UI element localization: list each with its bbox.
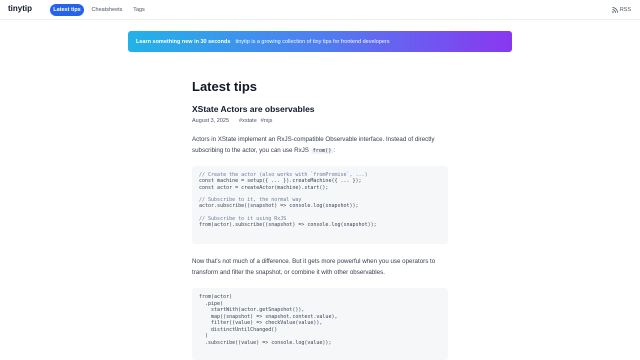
code-line: from(actor).subscribe((snapshot) => cons…: [199, 222, 377, 229]
intro-banner: Learn something new in 30 seconds tinyti…: [128, 31, 512, 52]
post-intro-paragraph: Actors in XState implement an RxJS-compa…: [192, 134, 452, 157]
page-title: Latest tips: [192, 79, 258, 94]
nav-cheatsheets[interactable]: Cheatsheets: [88, 4, 126, 16]
intro-colon: :: [333, 147, 336, 154]
code-block-1: // Create the actor (also works with `fr…: [192, 166, 448, 244]
post-title[interactable]: XState Actors are observables: [192, 104, 315, 114]
post-meta: August 3, 2025 #xstate #rxjs: [192, 118, 276, 124]
rss-link[interactable]: RSS: [611, 4, 631, 16]
banner-headline: Learn something new in 30 seconds: [136, 38, 231, 45]
nav-latest-tips[interactable]: Latest tips: [50, 4, 84, 16]
top-navigation-bar: tinytip Latest tips Cheatsheets Tags RSS: [0, 0, 640, 20]
tag-rxjs[interactable]: #rxjs: [261, 118, 273, 124]
code-line: .subscribe((value) => console.log(value)…: [199, 339, 332, 346]
tag-xstate[interactable]: #xstate: [239, 118, 257, 124]
rss-label: RSS: [619, 7, 631, 13]
rss-icon: [611, 7, 618, 13]
banner-description: tinytip is a growing collection of tiny …: [235, 38, 390, 45]
post-date: August 3, 2025: [192, 118, 230, 124]
post-paragraph-2: Now that's not much of a difference. But…: [192, 258, 436, 276]
site-logo[interactable]: tinytip: [8, 4, 32, 13]
nav-tags[interactable]: Tags: [129, 4, 149, 16]
code-block-2: from(actor) .pipe( startWith(actor.getSn…: [192, 288, 448, 360]
inline-code-from: from(): [310, 148, 334, 154]
